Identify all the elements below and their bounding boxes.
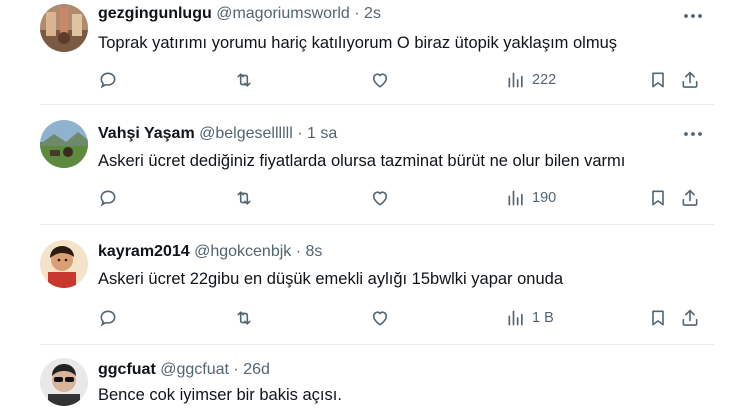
tweet[interactable]: ggcfuat @ggcfuat · 26d Bence cok iyimser… [0,356,730,420]
reply-button[interactable] [98,68,118,92]
views-icon [506,70,526,90]
tweet-header: ggcfuat @ggcfuat · 26d [98,360,270,380]
retweet-icon [234,308,254,328]
bookmark-button[interactable] [648,306,668,330]
separator-dot: · [297,125,303,142]
heart-icon [370,70,390,90]
author-handle[interactable]: @hgokcenbjk [194,243,291,260]
view-count: 222 [532,72,557,88]
heart-icon [370,308,390,328]
share-button[interactable] [680,68,700,92]
retweet-icon [234,70,254,90]
tweet-header: gezgingunlugu @magoriumsworld · 2s [98,4,381,24]
bookmark-icon [648,188,668,208]
reply-icon [98,188,118,208]
tweet-actions: 222 [98,68,708,92]
view-count: 1 B [532,310,554,326]
tweet-actions: 190 [98,186,708,210]
reply-feed: gezgingunlugu @magoriumsworld · 2s Topra… [0,0,730,420]
retweet-button[interactable] [234,186,254,210]
avatar[interactable] [40,4,88,52]
tweet[interactable]: kayram2014 @hgokcenbjk · 8s Askeri ücret… [0,238,730,344]
like-button[interactable] [370,306,390,330]
reply-icon [98,308,118,328]
author-name[interactable]: kayram2014 [98,243,190,260]
separator-dot: · [233,361,239,378]
retweet-button[interactable] [234,306,254,330]
timestamp[interactable]: 8s [306,243,323,260]
share-icon [680,70,700,90]
bookmark-button[interactable] [648,186,668,210]
tweet-text: Bence cok iyimser bir bakis açısı. [98,386,342,404]
views-icon [506,188,526,208]
views-button[interactable]: 222 [506,68,556,92]
bookmark-icon [648,308,668,328]
tweet-text: Askeri ücret 22gibu en düşük emekli aylı… [98,270,564,288]
like-button[interactable] [370,68,390,92]
reply-button[interactable] [98,306,118,330]
reply-button[interactable] [98,186,118,210]
tweet-text: Askeri ücret dediğiniz fiyatlarda olursa… [98,152,626,170]
tweet[interactable]: gezgingunlugu @magoriumsworld · 2s Topra… [0,0,730,104]
heart-icon [370,188,390,208]
like-button[interactable] [370,186,390,210]
share-button[interactable] [680,306,700,330]
author-handle[interactable]: @belgesellllll [199,125,293,142]
timestamp[interactable]: 1 sa [307,125,337,142]
divider [40,104,714,105]
retweet-button[interactable] [234,68,254,92]
author-name[interactable]: Vahşi Yaşam [98,125,195,142]
author-name[interactable]: gezgingunlugu [98,5,212,22]
timestamp[interactable]: 2s [364,5,381,22]
avatar[interactable] [40,240,88,288]
more-icon[interactable] [681,124,705,144]
view-count: 190 [532,190,557,206]
retweet-icon [234,188,254,208]
share-icon [680,188,700,208]
tweet-header: Vahşi Yaşam @belgesellllll · 1 sa [98,124,337,144]
tweet-actions: 1 B [98,306,708,330]
author-handle[interactable]: @ggcfuat [160,361,229,378]
views-icon [506,308,526,328]
separator-dot: · [295,243,302,260]
divider [40,344,714,345]
bookmark-icon [648,70,668,90]
tweet-header: kayram2014 @hgokcenbjk · 8s [98,242,322,262]
bookmark-button[interactable] [648,68,668,92]
avatar[interactable] [40,358,88,406]
avatar[interactable] [40,120,88,168]
divider [40,224,714,225]
more-icon[interactable] [681,6,705,26]
timestamp[interactable]: 26d [243,361,270,378]
tweet-text: Toprak yatırımı yorumu hariç katılıyorum… [98,34,617,52]
author-handle[interactable]: @magoriumsworld [216,5,350,22]
reply-icon [98,70,118,90]
author-name[interactable]: ggcfuat [98,361,156,378]
share-icon [680,308,700,328]
views-button[interactable]: 190 [506,186,556,210]
views-button[interactable]: 1 B [506,306,554,330]
separator-dot: · [354,5,360,22]
tweet[interactable]: Vahşi Yaşam @belgesellllll · 1 sa Askeri… [0,120,730,226]
share-button[interactable] [680,186,700,210]
